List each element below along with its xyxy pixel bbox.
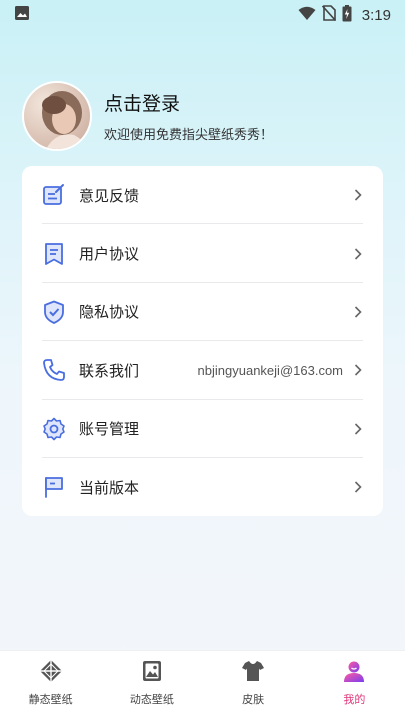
- flag-icon: [42, 475, 66, 499]
- menu-label-contact-us: 联系我们: [79, 361, 140, 380]
- no-sim-icon: [321, 5, 336, 25]
- status-bar: 3:19: [0, 0, 405, 30]
- tab-mine[interactable]: 我的: [304, 651, 405, 720]
- chevron-right-icon: [354, 423, 362, 435]
- menu-label-account-management: 账号管理: [79, 420, 140, 439]
- profile-text: 点击登录 欢迎使用免费指尖壁纸秀秀！: [104, 89, 273, 143]
- user-icon: [342, 659, 366, 683]
- avatar[interactable]: [22, 81, 92, 151]
- menu-label-feedback: 意见反馈: [79, 186, 140, 205]
- menu-label-user-agreement: 用户协议: [79, 245, 140, 264]
- bookmark-document-icon: [42, 242, 66, 266]
- tab-skin[interactable]: 皮肤: [203, 651, 304, 720]
- chevron-right-icon: [354, 481, 362, 493]
- menu-item-current-version[interactable]: 当前版本: [22, 458, 383, 516]
- tab-label: 皮肤: [242, 693, 265, 706]
- menu-item-contact-us[interactable]: 联系我们 nbjingyuankeji@163.com: [22, 341, 383, 400]
- gear-icon: [42, 417, 66, 441]
- chevron-right-icon: [354, 189, 362, 201]
- bottom-tab-bar: 静态壁纸 动态壁纸 皮肤 我的: [0, 650, 405, 720]
- menu-label-privacy-policy: 隐私协议: [79, 303, 140, 322]
- status-left: [14, 5, 30, 25]
- chevron-right-icon: [354, 364, 362, 376]
- tab-static-wallpaper[interactable]: 静态壁纸: [0, 651, 101, 720]
- tshirt-icon: [241, 659, 265, 683]
- status-time: 3:19: [361, 6, 391, 24]
- tab-label: 我的: [343, 693, 366, 706]
- battery-charging-icon: [342, 4, 352, 26]
- picture-icon: [140, 659, 164, 683]
- profile-header[interactable]: 点击登录 欢迎使用免费指尖壁纸秀秀！: [22, 80, 382, 152]
- welcome-subtitle: 欢迎使用免费指尖壁纸秀秀！: [104, 128, 274, 143]
- status-right: 3:19: [298, 4, 391, 26]
- feedback-icon: [42, 183, 66, 207]
- chevron-right-icon: [354, 306, 362, 318]
- menu-item-user-agreement[interactable]: 用户协议: [22, 224, 383, 283]
- menu-label-current-version: 当前版本: [79, 478, 140, 497]
- menu-item-account-management[interactable]: 账号管理: [22, 400, 383, 458]
- login-title[interactable]: 点击登录: [104, 89, 273, 116]
- wifi-icon: [298, 6, 316, 25]
- menu-item-privacy-policy[interactable]: 隐私协议: [22, 283, 383, 342]
- contact-email: nbjingyuankeji@163.com: [197, 362, 343, 378]
- diamond-icon: [39, 659, 63, 683]
- tab-label: 动态壁纸: [129, 693, 174, 706]
- chevron-right-icon: [354, 248, 362, 260]
- settings-menu-card: 意见反馈 用户协议 隐私协议 联系我们 nbjingyuankeji@163.c…: [22, 166, 383, 516]
- tab-live-wallpaper[interactable]: 动态壁纸: [101, 651, 202, 720]
- gallery-notification-icon: [14, 5, 30, 25]
- shield-check-icon: [42, 300, 66, 324]
- phone-icon: [42, 358, 66, 382]
- menu-item-feedback[interactable]: 意见反馈: [22, 166, 383, 225]
- tab-label: 静态壁纸: [28, 693, 73, 706]
